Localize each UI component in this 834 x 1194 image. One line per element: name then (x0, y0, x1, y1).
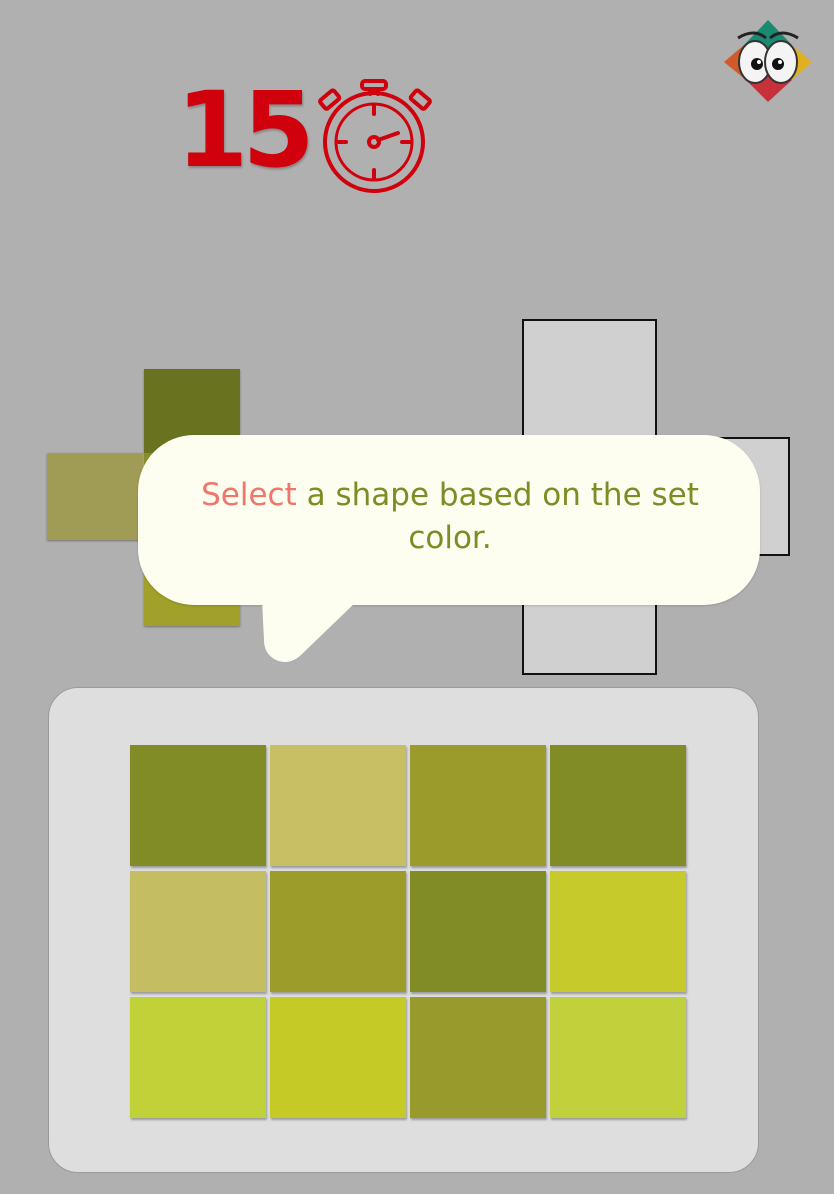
stopwatch-icon (312, 78, 438, 196)
swatch-3[interactable] (410, 745, 546, 866)
swatch-1[interactable] (130, 745, 266, 866)
target-block-left (47, 453, 143, 540)
swatch-4[interactable] (550, 745, 686, 866)
hint-rest-text: a shape based on the set color. (296, 477, 699, 556)
swatch-11[interactable] (410, 997, 546, 1118)
hint-text: Select a shape based on the set color. (170, 474, 730, 560)
speech-bubble-tail (262, 600, 362, 664)
cartoon-eyes-logo[interactable] (722, 18, 814, 104)
swatch-7[interactable] (410, 871, 546, 992)
swatch-12[interactable] (550, 997, 686, 1118)
swatch-5[interactable] (130, 871, 266, 992)
swatch-9[interactable] (130, 997, 266, 1118)
hint-accent-word: Select (201, 477, 297, 513)
shape-slot-top[interactable] (522, 319, 657, 439)
swatch-10[interactable] (270, 997, 406, 1118)
timer-count: 15 (176, 69, 315, 191)
swatch-2[interactable] (270, 745, 406, 866)
swatch-6[interactable] (270, 871, 406, 992)
swatch-8[interactable] (550, 871, 686, 992)
color-swatch-grid (130, 745, 686, 1118)
